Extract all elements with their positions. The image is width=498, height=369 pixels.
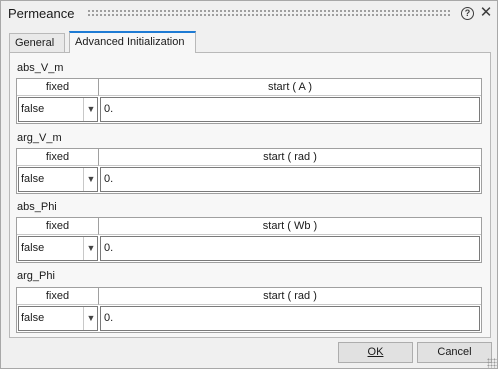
start-input-value: 0. [104,103,114,115]
start-input[interactable]: 0. [100,97,480,122]
fixed-column-header: fixed [17,79,99,96]
start-input-value: 0. [104,242,114,254]
permeance-dialog: Permeance ? ✕ General Advanced Initializ… [0,0,498,369]
param-grid-arg-phi: fixed start ( rad ) false ▼ 0. [16,287,482,333]
fixed-select[interactable]: false ▼ [18,306,98,331]
fixed-column-header: fixed [17,288,99,305]
title-bar[interactable]: Permeance ? ✕ [1,1,497,27]
tab-bar: General Advanced Initialization [9,31,491,53]
chevron-down-icon[interactable]: ▼ [83,307,98,330]
start-column-header: start ( rad ) [99,288,481,305]
fixed-select-value: false [21,312,45,324]
start-input-value: 0. [104,312,114,324]
chevron-down-icon[interactable]: ▼ [83,168,98,191]
fixed-select-value: false [21,173,45,185]
resize-grip[interactable] [487,358,497,368]
ok-button-label: OK [367,346,384,358]
ok-button[interactable]: OK [338,342,413,363]
group-label-abs-phi: abs_Phi [17,201,57,213]
param-grid-abs-phi: fixed start ( Wb ) false ▼ 0. [16,217,482,263]
fixed-select[interactable]: false ▼ [18,97,98,122]
start-input[interactable]: 0. [100,306,480,331]
fixed-select[interactable]: false ▼ [18,167,98,192]
chevron-down-icon[interactable]: ▼ [83,98,98,121]
fixed-column-header: fixed [17,149,99,166]
start-input[interactable]: 0. [100,167,480,192]
start-column-header: start ( rad ) [99,149,481,166]
param-grid-arg-v-m: fixed start ( rad ) false ▼ 0. [16,148,482,194]
drag-grip[interactable] [87,9,451,17]
fixed-select-value: false [21,242,45,254]
group-label-arg-v-m: arg_V_m [17,132,62,144]
cancel-button-label: Cancel [437,346,472,358]
help-icon[interactable]: ? [461,7,474,20]
fixed-select[interactable]: false ▼ [18,236,98,261]
window-title: Permeance [8,6,75,21]
start-input-value: 0. [104,173,114,185]
start-column-header: start ( Wb ) [99,218,481,235]
group-label-arg-phi: arg_Phi [17,270,55,282]
group-label-abs-v-m: abs_V_m [17,62,64,74]
fixed-column-header: fixed [17,218,99,235]
start-input[interactable]: 0. [100,236,480,261]
start-column-header: start ( A ) [99,79,481,96]
cancel-button[interactable]: Cancel [417,342,492,363]
param-grid-abs-v-m: fixed start ( A ) false ▼ 0. [16,78,482,124]
close-icon[interactable]: ✕ [478,4,494,22]
fixed-select-value: false [21,103,45,115]
tab-advanced-initialization[interactable]: Advanced Initialization [69,31,196,53]
tab-general[interactable]: General [9,33,65,52]
chevron-down-icon[interactable]: ▼ [83,237,98,260]
